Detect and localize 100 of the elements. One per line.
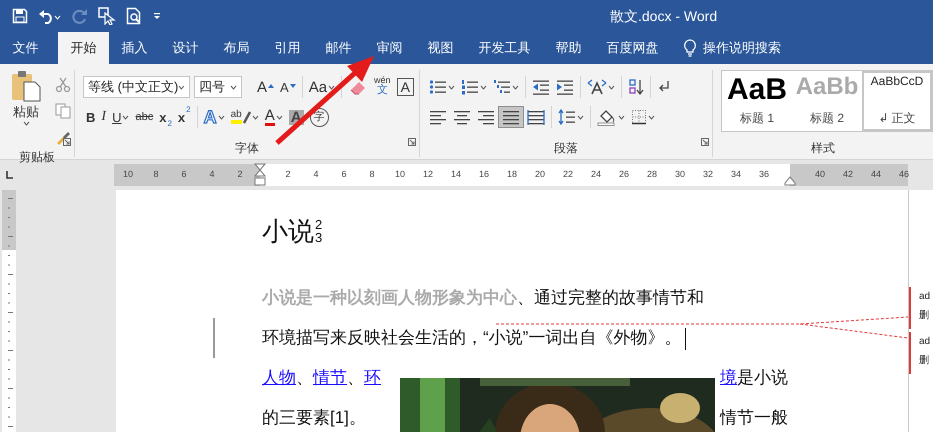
ribbon-tab[interactable]: 百度网盘	[594, 32, 671, 64]
caret-icon	[22, 121, 30, 126]
ruler-number: 2	[236, 168, 244, 182]
caret-icon	[178, 84, 185, 90]
caret-icon	[230, 84, 237, 90]
group-label: 字体	[234, 140, 260, 157]
ruler-number: 20	[534, 168, 546, 182]
paragraph-line: 人物、情节、环	[262, 368, 381, 387]
ruler-number: 34	[730, 168, 742, 182]
ruler-number: 4	[208, 168, 216, 182]
borders-icon	[631, 109, 647, 125]
paragraph-line: 小说是一种以刻画人物形象为中心、通过完整的故事情节和	[262, 288, 704, 307]
dialog-launcher-icon	[701, 138, 709, 146]
change-case-button[interactable]: Aa	[306, 76, 338, 98]
style-gallery-item[interactable]: AaBbCcD ↲ 正文	[862, 71, 932, 131]
window-title: 散文.docx - Word	[610, 7, 718, 26]
ribbon-tab[interactable]: 设计	[160, 32, 211, 64]
hyperlink[interactable]: 境	[720, 368, 737, 387]
increase-indent-icon	[556, 79, 574, 95]
bold-button[interactable]: B	[83, 106, 98, 128]
ribbon-tab[interactable]: 引用	[262, 32, 313, 64]
bulleted-list-icon	[429, 79, 447, 95]
ruler-number: 10	[394, 168, 406, 182]
save-icon	[12, 8, 28, 24]
dialog-launcher-icon	[63, 138, 71, 146]
ribbon-tab[interactable]: 帮助	[543, 32, 594, 64]
ribbon-tab[interactable]: 邮件	[313, 32, 364, 64]
ruler-number: 26	[618, 168, 630, 182]
ribbon-tab[interactable]: 布局	[211, 32, 262, 64]
ruler-number: 8	[152, 168, 160, 182]
ruler-number: 42	[842, 168, 854, 182]
right-indent-marker-icon	[784, 176, 796, 186]
ruler-number: 12	[422, 168, 434, 182]
group-label: 剪贴板	[18, 149, 56, 166]
ruler-number: 44	[870, 168, 882, 182]
tell-me-search[interactable]: 操作说明搜索	[703, 38, 781, 58]
style-gallery-item[interactable]: AaB 标题 1	[722, 71, 792, 131]
subscript-text: 3	[315, 231, 322, 244]
line-spacing-icon	[558, 109, 576, 125]
style-gallery-item[interactable]: AaBb 标题 2	[792, 71, 862, 131]
strikethrough-button[interactable]: abc	[132, 106, 156, 128]
grow-font-button[interactable]: A	[254, 76, 278, 98]
ruler-number: 30	[674, 168, 686, 182]
undo-icon	[38, 8, 62, 24]
hyperlink[interactable]: 环	[364, 368, 381, 387]
ruler-number: 16	[478, 168, 490, 182]
comment-balloon[interactable]: ad 删	[909, 287, 933, 329]
ribbon-tab[interactable]: 开始	[58, 32, 109, 64]
ribbon-tab[interactable]: 审阅	[364, 32, 415, 64]
multilevel-list-icon	[493, 79, 511, 95]
ruler-number: 4	[312, 168, 320, 182]
customize-icon	[152, 11, 162, 21]
group-label: 段落	[553, 140, 579, 157]
tab-stop-icon	[4, 170, 14, 180]
preview-icon	[126, 7, 142, 25]
justify-button[interactable]	[498, 106, 524, 128]
font-size-dropdown[interactable]: 四号	[194, 76, 242, 98]
heading-text: 小说	[262, 215, 314, 248]
paragraph-line: 的三要素[1]。	[262, 408, 366, 427]
paste-button[interactable]: 粘贴	[8, 70, 44, 140]
ribbon-tab[interactable]: 插入	[109, 32, 160, 64]
highlight-button[interactable]: ab	[228, 106, 262, 128]
font-name-dropdown[interactable]: 等线 (中文正文)	[83, 76, 190, 98]
decrease-indent-icon	[532, 79, 550, 95]
hyperlink[interactable]: 情节	[313, 368, 347, 387]
brush-icon	[55, 129, 71, 145]
align-left-icon	[429, 108, 447, 126]
ruler-number: 10	[122, 168, 134, 182]
ruler-number: 18	[506, 168, 518, 182]
ruler-number: 6	[180, 168, 188, 182]
sort-icon	[628, 79, 644, 95]
shrink-font-button[interactable]: A	[277, 76, 299, 98]
numbered-list-icon	[461, 79, 479, 95]
ruler-number: 8	[368, 168, 376, 182]
phonetic-guide-button[interactable]: wén 文	[371, 76, 394, 98]
paint-bucket-icon	[597, 108, 617, 126]
align-center-icon	[453, 108, 471, 126]
underline-button[interactable]: U	[109, 106, 132, 128]
copy-icon	[55, 103, 71, 119]
marker-pen-icon	[242, 110, 251, 124]
ribbon-tab[interactable]: 文件	[0, 32, 51, 64]
align-right-icon	[477, 108, 495, 126]
asian-layout-icon	[587, 79, 607, 95]
hyperlink[interactable]: 人物	[262, 368, 296, 387]
pointer-icon	[98, 7, 116, 25]
comment-balloon[interactable]: ad 删	[909, 332, 933, 374]
ruler-number: 2	[284, 168, 292, 182]
paragraph-line: 环境描写来反映社会生活的，“小说”一词出自《外物》。	[262, 328, 682, 347]
ruler-number: 24	[590, 168, 602, 182]
ruler-number: 32	[702, 168, 714, 182]
ruler-number: 46	[898, 168, 910, 182]
italic-button[interactable]: I	[98, 106, 110, 128]
distributed-icon	[527, 108, 545, 126]
ribbon-tab[interactable]: 开发工具	[466, 32, 543, 64]
paste-icon	[11, 70, 41, 102]
group-label: 样式	[810, 140, 836, 157]
font-color-button[interactable]: A	[262, 106, 286, 128]
lightbulb-icon	[683, 39, 697, 57]
ribbon-tab[interactable]: 视图	[415, 32, 466, 64]
indent-marker-icon	[254, 163, 266, 187]
